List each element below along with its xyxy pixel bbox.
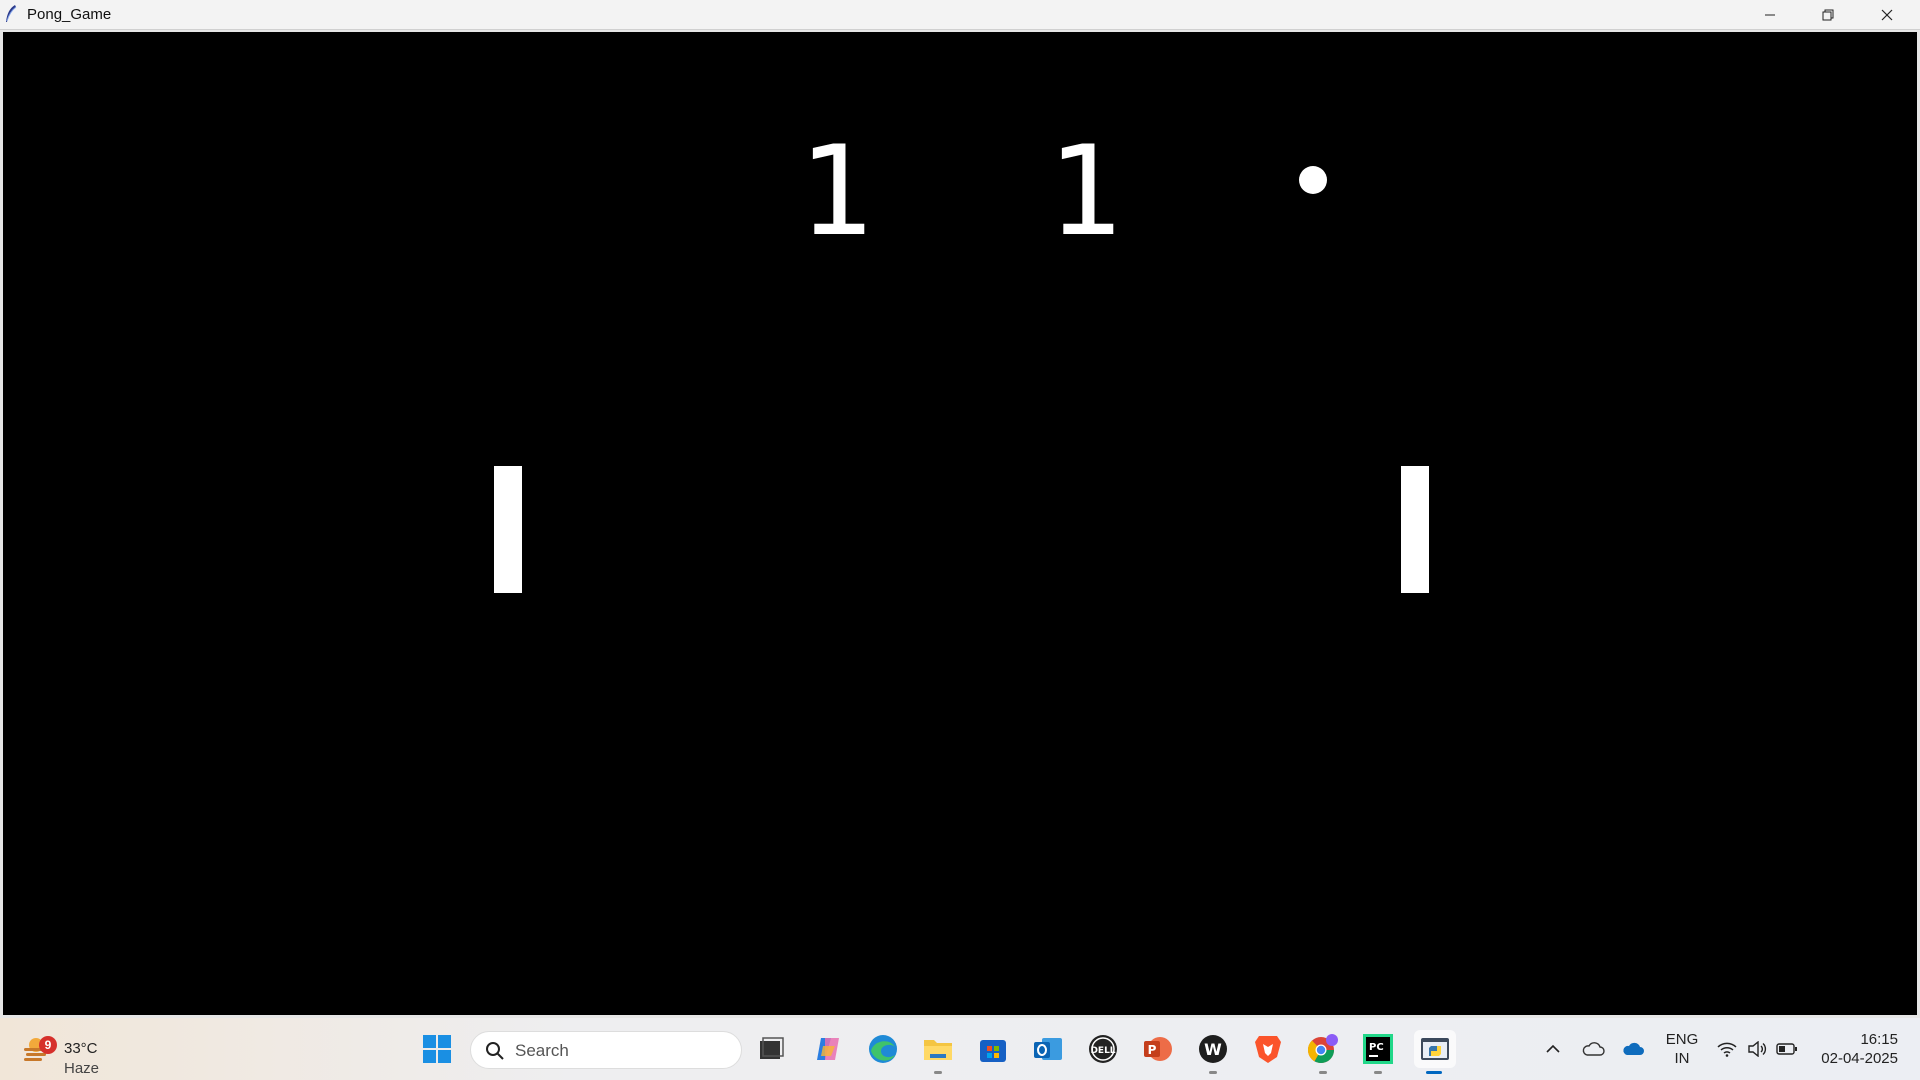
clock-time: 16:15 (1860, 1031, 1898, 1048)
chrome-button[interactable] (1304, 1030, 1342, 1074)
onedrive-button[interactable] (1620, 1034, 1646, 1064)
svg-text:P: P (1148, 1043, 1157, 1057)
pycharm-button[interactable]: PC (1359, 1030, 1397, 1074)
running-indicator (1319, 1071, 1327, 1074)
file-explorer-icon (924, 1040, 952, 1060)
title-bar[interactable]: Pong_Game (0, 0, 1920, 30)
file-explorer-button[interactable] (919, 1030, 957, 1074)
wifi-button[interactable] (1716, 1034, 1738, 1064)
speaker-icon (1748, 1041, 1767, 1057)
microsoft-store-icon (980, 1040, 1006, 1062)
pycharm-icon: PC (1363, 1034, 1393, 1064)
right-paddle (1401, 466, 1429, 593)
left-player-score: 1 (798, 120, 873, 264)
task-view-icon (760, 1037, 784, 1059)
running-indicator (1209, 1071, 1217, 1074)
svg-text:DELL: DELL (1090, 1046, 1115, 1056)
right-player-score: 1 (1047, 120, 1122, 264)
outlook-icon (1034, 1038, 1062, 1060)
pong-ball (1299, 166, 1327, 194)
language-indicator[interactable]: ENG IN (1664, 1030, 1700, 1068)
restore-button[interactable] (1799, 0, 1857, 30)
minimize-icon (1765, 14, 1775, 16)
chevron-up-icon (1546, 1044, 1560, 1053)
clock-date: 02-04-2025 (1821, 1050, 1898, 1067)
wps-button[interactable]: W (1194, 1030, 1232, 1074)
start-button[interactable] (418, 1030, 456, 1068)
running-indicator (1374, 1071, 1382, 1074)
window-title: Pong_Game (27, 6, 112, 23)
microsoft-store-button[interactable] (974, 1030, 1012, 1068)
region-code: IN (1674, 1050, 1690, 1067)
minimize-button[interactable] (1741, 0, 1799, 30)
edge-icon (869, 1035, 897, 1063)
task-view-button[interactable] (752, 1030, 790, 1068)
close-icon (1881, 9, 1893, 21)
python-app-icon (1421, 1038, 1449, 1060)
search-icon (486, 1042, 504, 1060)
wifi-icon (1717, 1042, 1737, 1057)
copilot-icon (817, 1038, 839, 1060)
python-app-button[interactable] (1414, 1030, 1456, 1074)
volume-button[interactable] (1745, 1034, 1769, 1064)
copilot-button[interactable] (809, 1030, 847, 1068)
battery-icon (1776, 1043, 1797, 1055)
left-paddle (494, 466, 522, 593)
dell-icon: DELL (1089, 1035, 1117, 1063)
chrome-icon (1307, 1034, 1338, 1064)
language-code: ENG (1665, 1031, 1699, 1048)
feather-icon (6, 5, 17, 22)
battery-button[interactable] (1775, 1034, 1799, 1064)
wps-icon: W (1199, 1035, 1227, 1063)
game-canvas[interactable] (3, 32, 1916, 1016)
onedrive-personal-button[interactable] (1580, 1034, 1606, 1064)
taskbar-search-box[interactable]: Search (470, 1031, 742, 1069)
svg-text:PC: PC (1369, 1042, 1384, 1053)
screen: Pong_Game 1 1 9 33°C Haze Search DELL P … (0, 0, 1920, 1080)
windows-start-icon (423, 1035, 451, 1063)
weather-condition: Haze (64, 1060, 100, 1077)
powerpoint-icon: P (1144, 1037, 1172, 1061)
notification-badge: 9 (39, 1036, 57, 1054)
system-clock[interactable]: 16:15 02-04-2025 (1808, 1030, 1898, 1068)
svg-text:W: W (1204, 1040, 1222, 1059)
brave-icon (1255, 1036, 1281, 1063)
active-indicator (1426, 1071, 1442, 1074)
powerpoint-button[interactable]: P (1139, 1030, 1177, 1068)
show-hidden-icons-button[interactable] (1542, 1034, 1564, 1064)
cloud-outline-icon (1582, 1042, 1605, 1056)
dell-button[interactable]: DELL (1084, 1030, 1122, 1068)
restore-icon (1822, 9, 1834, 21)
taskbar: 9 33°C Haze Search DELL P W PC ENG IN 16… (0, 1018, 1920, 1080)
weather-temperature: 33°C (64, 1040, 98, 1057)
running-indicator (934, 1071, 942, 1074)
search-placeholder: Search (515, 1041, 569, 1060)
brave-button[interactable] (1249, 1030, 1287, 1068)
outlook-button[interactable] (1029, 1030, 1067, 1068)
close-button[interactable] (1858, 0, 1916, 30)
onedrive-cloud-icon (1623, 1042, 1644, 1055)
edge-button[interactable] (864, 1030, 902, 1068)
